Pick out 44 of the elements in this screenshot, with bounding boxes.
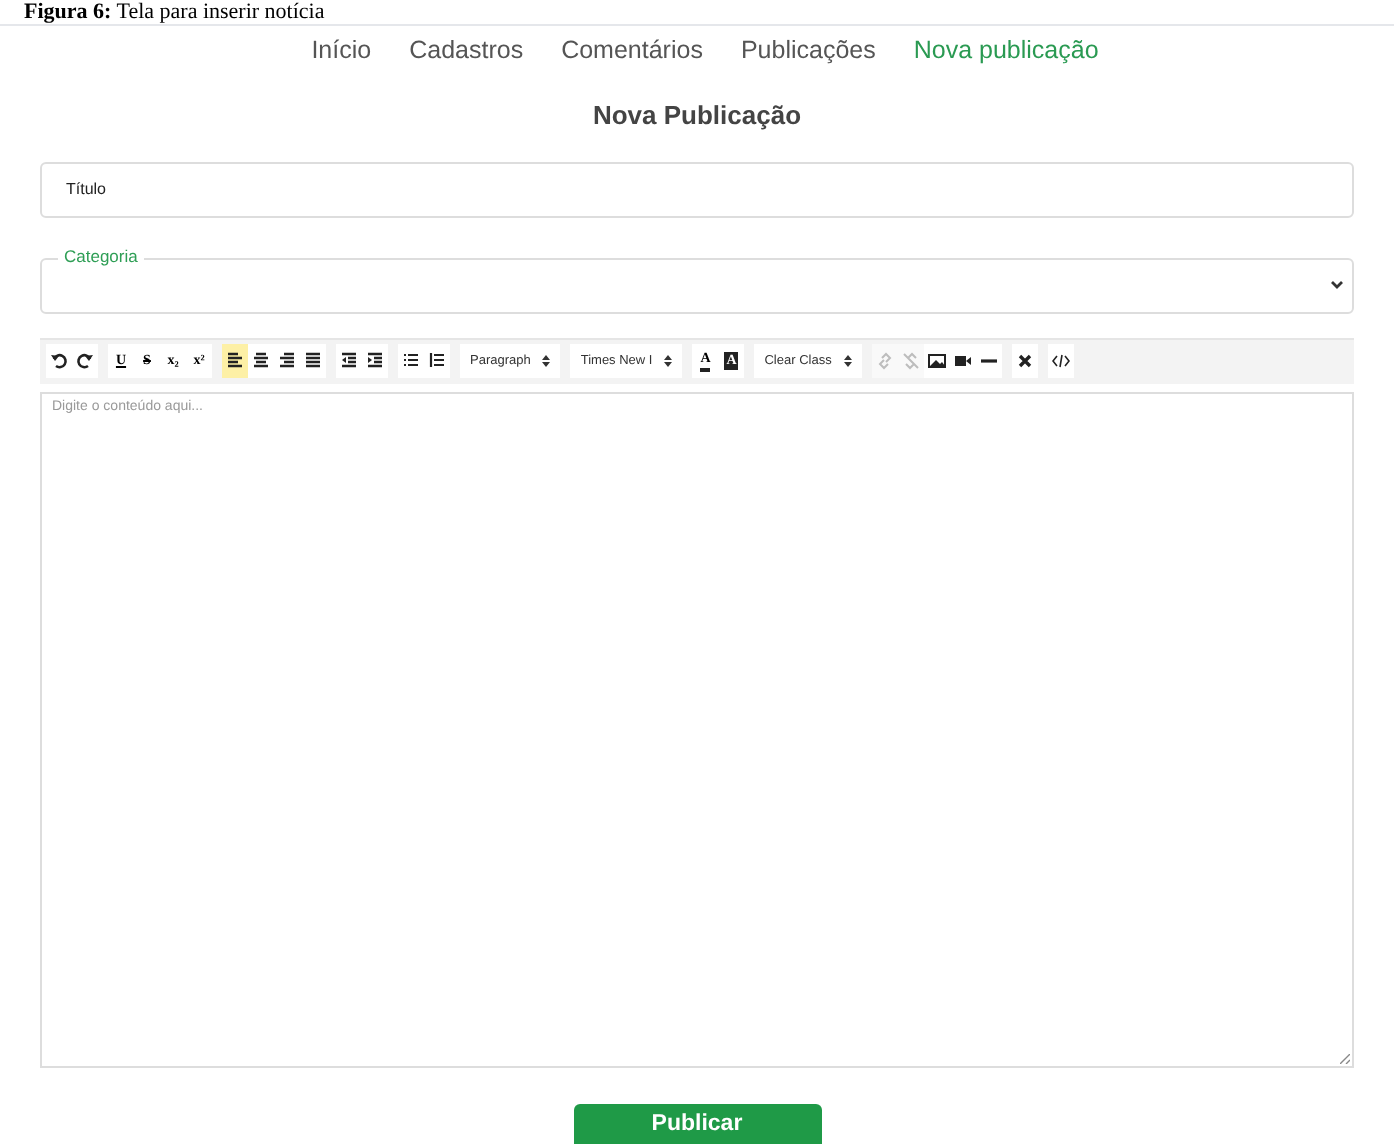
unlink-icon bbox=[901, 352, 920, 370]
toolbar-button[interactable] bbox=[424, 344, 450, 378]
toolbar-button[interactable] bbox=[975, 344, 1002, 378]
toolbar-button[interactable] bbox=[1011, 344, 1038, 378]
toolbar-button[interactable] bbox=[1047, 344, 1074, 378]
link-icon bbox=[875, 352, 894, 370]
title-field[interactable]: Título bbox=[40, 161, 1354, 217]
align-right-icon bbox=[278, 352, 296, 370]
up-down-arrows-icon bbox=[542, 354, 551, 368]
code-icon bbox=[1051, 352, 1070, 370]
toolbar-button[interactable] bbox=[398, 344, 424, 378]
up-down-arrows-icon bbox=[664, 354, 673, 368]
numbered-list-icon bbox=[428, 352, 446, 370]
toolbar-button[interactable] bbox=[923, 344, 950, 378]
chevron-down-icon bbox=[1330, 280, 1344, 290]
indent-icon bbox=[366, 352, 384, 370]
nav-link[interactable]: Início bbox=[311, 32, 372, 70]
outdent-icon bbox=[340, 352, 358, 370]
toolbar-button[interactable] bbox=[46, 344, 72, 378]
justify-icon bbox=[304, 352, 322, 370]
align-center-icon bbox=[252, 352, 270, 370]
align-left-icon bbox=[226, 352, 244, 370]
publish-button[interactable]: Publicar bbox=[573, 1103, 821, 1144]
resize-handle-icon bbox=[1340, 1053, 1350, 1063]
toolbar-button[interactable] bbox=[362, 344, 388, 378]
nav-link[interactable]: Cadastros bbox=[409, 32, 524, 70]
figure-caption: Figura 6: Tela para inserir notícia bbox=[24, 0, 325, 24]
toolbar-button[interactable] bbox=[300, 344, 326, 378]
toolbar-button[interactable] bbox=[72, 344, 98, 378]
toolbar-button[interactable] bbox=[336, 344, 362, 378]
nav-link[interactable]: Comentários bbox=[561, 32, 703, 70]
toolbar-button[interactable] bbox=[222, 344, 248, 378]
video-camera-icon bbox=[953, 352, 972, 370]
nav-link[interactable]: Publicações bbox=[740, 32, 876, 70]
redo-icon bbox=[76, 352, 94, 370]
up-down-arrows-icon bbox=[843, 354, 852, 368]
bulleted-list-icon bbox=[402, 352, 420, 370]
field-label: Categoria bbox=[58, 245, 144, 265]
nav-link[interactable]: Nova publicação bbox=[913, 32, 1099, 70]
undo-icon bbox=[50, 352, 68, 370]
image-icon bbox=[927, 352, 946, 370]
toolbar-button[interactable] bbox=[248, 344, 274, 378]
page-heading: Nova Publicação bbox=[592, 98, 802, 134]
remove-format-icon bbox=[1015, 352, 1034, 370]
